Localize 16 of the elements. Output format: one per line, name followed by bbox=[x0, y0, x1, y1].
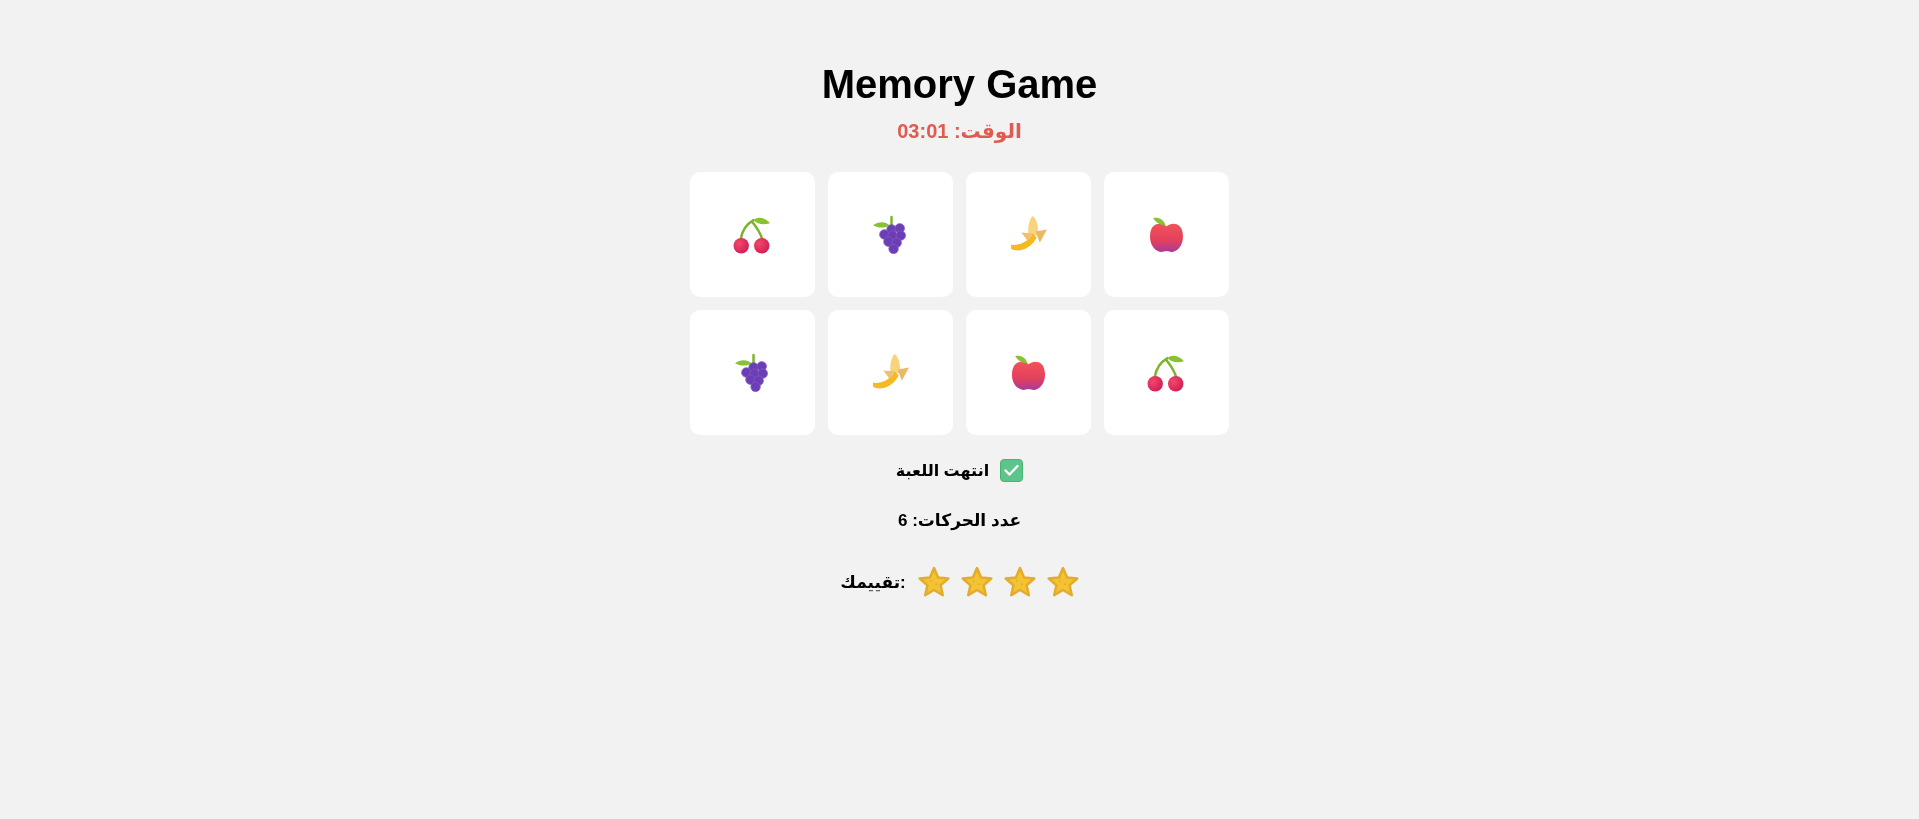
game-over-message: انتهت اللعبة bbox=[895, 460, 990, 481]
game-card[interactable] bbox=[690, 172, 815, 297]
moves-counter: عدد الحركات: 6 bbox=[897, 510, 1022, 531]
star-icon bbox=[917, 566, 950, 598]
game-card[interactable] bbox=[1104, 310, 1229, 435]
game-title: Memory Game bbox=[821, 61, 1098, 107]
star-icon bbox=[1046, 566, 1079, 598]
game-card[interactable] bbox=[828, 172, 953, 297]
rating-label: تقييمك: bbox=[840, 571, 906, 593]
star-icon bbox=[1003, 566, 1036, 598]
game-card[interactable] bbox=[966, 310, 1091, 435]
check-icon bbox=[1000, 459, 1024, 482]
game-card[interactable] bbox=[1104, 172, 1229, 297]
star-icon bbox=[960, 566, 993, 598]
game-card[interactable] bbox=[690, 310, 815, 435]
timer-text: الوقت: 03:01 bbox=[897, 120, 1022, 143]
